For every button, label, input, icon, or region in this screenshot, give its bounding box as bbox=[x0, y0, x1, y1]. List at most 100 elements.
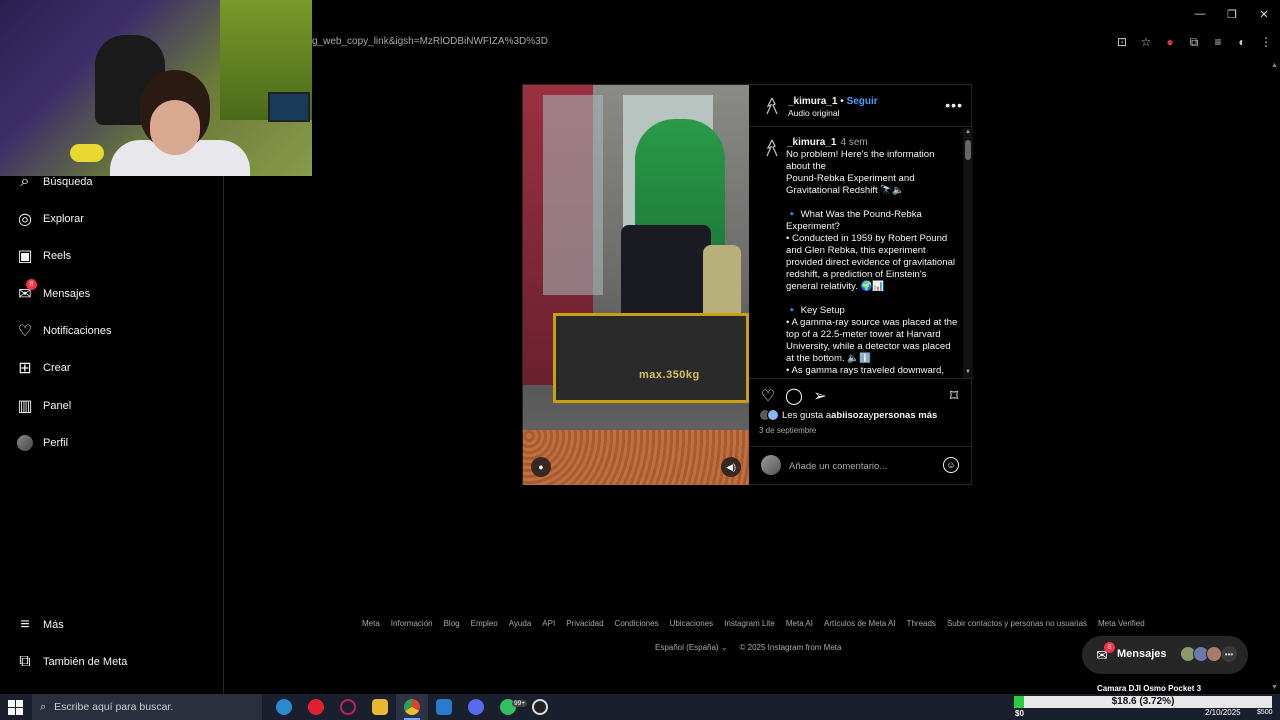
profile-icon[interactable]: ◐ bbox=[1234, 33, 1250, 51]
sidebar-item-crear[interactable]: ⊞ Crear bbox=[16, 356, 70, 380]
footer-link[interactable]: Subir contactos y personas no usuarias bbox=[947, 619, 1087, 628]
chrome-icon[interactable] bbox=[396, 694, 428, 720]
sound-icon[interactable]: ◀) bbox=[721, 457, 741, 477]
sidebar-item-label: Panel bbox=[43, 400, 72, 412]
scroll-up-icon[interactable]: ▲ bbox=[1271, 62, 1278, 69]
sidebar-item-mas[interactable]: ≡ Más bbox=[16, 613, 63, 637]
footer-link[interactable]: API bbox=[542, 619, 555, 628]
address-bar[interactable]: g_web_copy_link&igsh=MzRlODBiNWFIZA%3D%3… bbox=[300, 30, 1280, 56]
sidebar-item-explorar[interactable]: ◎ Explorar bbox=[16, 207, 84, 231]
language-select[interactable]: Español (España) ⌄ bbox=[655, 643, 728, 652]
comment-input[interactable] bbox=[789, 458, 929, 474]
follow-button[interactable]: Seguir bbox=[847, 96, 878, 107]
sidebar-item-panel[interactable]: ▥ Panel bbox=[16, 394, 71, 418]
footer-link[interactable]: Meta Verified bbox=[1098, 619, 1145, 628]
webcam-overlay bbox=[0, 0, 312, 176]
post-media[interactable]: max.350kg ● ◀) bbox=[523, 85, 749, 485]
author-avatar[interactable] bbox=[763, 96, 781, 116]
caption-avatar[interactable] bbox=[763, 138, 781, 158]
heart-icon: ♡ bbox=[17, 323, 33, 340]
footer-link[interactable]: Blog bbox=[444, 619, 460, 628]
footer-link[interactable]: Ubicaciones bbox=[670, 619, 714, 628]
sidebar-item-mensajes[interactable]: ✉ 8 Mensajes bbox=[16, 279, 91, 306]
file-explorer-icon[interactable] bbox=[364, 694, 396, 720]
footer-link[interactable]: Información bbox=[391, 619, 433, 628]
sidebar-item-label: Notificaciones bbox=[43, 325, 112, 337]
caption-scrollbar[interactable]: ▲ ▼ bbox=[963, 128, 973, 378]
record-extension-icon[interactable]: ● bbox=[1162, 33, 1178, 51]
taskbar-search[interactable]: ⌕ Escribe aquí para buscar. bbox=[32, 694, 262, 720]
messages-label: Mensajes bbox=[1117, 648, 1167, 660]
install-app-icon[interactable]: ⊡ bbox=[1114, 33, 1130, 51]
footer-link[interactable]: Ayuda bbox=[509, 619, 532, 628]
caption-scroll-up-icon[interactable]: ▲ bbox=[965, 129, 971, 135]
taskbar-date: 2/10/2025 bbox=[1205, 708, 1241, 717]
footer-link[interactable]: Meta AI bbox=[786, 619, 813, 628]
messages-pill[interactable]: ✉ 8 Mensajes ••• bbox=[1082, 636, 1248, 674]
store-icon[interactable] bbox=[428, 694, 460, 720]
compass-icon: ◎ bbox=[18, 211, 32, 228]
caption-username[interactable]: _kimura_1 bbox=[787, 137, 836, 148]
audio-label[interactable]: Audio original bbox=[788, 108, 840, 118]
edge-icon[interactable] bbox=[268, 694, 300, 720]
likes-line: Les gusta a abiisoza y personas más bbox=[759, 409, 937, 421]
sidebar-item-perfil[interactable]: Perfil bbox=[16, 431, 68, 455]
comment-composer: ☺ bbox=[749, 446, 973, 485]
footer-link[interactable]: Instagram Lite bbox=[724, 619, 775, 628]
post-date[interactable]: 3 de septiembre bbox=[759, 426, 816, 435]
dashboard-icon: ▥ bbox=[17, 398, 33, 415]
page-scrollbar[interactable] bbox=[1270, 60, 1280, 694]
sidebar-item-notificaciones[interactable]: ♡ Notificaciones bbox=[16, 319, 112, 343]
share-icon[interactable]: ➢ bbox=[811, 387, 829, 405]
more-options-icon[interactable]: ••• bbox=[945, 97, 963, 113]
meta-apps-icon: ⧉ bbox=[19, 653, 31, 670]
scroll-down-icon[interactable]: ▼ bbox=[1271, 684, 1278, 691]
footer-link[interactable]: Empleo bbox=[471, 619, 498, 628]
footer-link[interactable]: Meta bbox=[362, 619, 380, 628]
sidebar-item-label: Mensajes bbox=[43, 288, 91, 300]
donation-goal-bar: $18.6 (3.72%) bbox=[1014, 696, 1272, 708]
author-username[interactable]: _kimura_1 bbox=[788, 96, 837, 107]
bookmark-star-icon[interactable]: ☆ bbox=[1138, 33, 1154, 51]
sidebar-item-label: Búsqueda bbox=[43, 176, 93, 188]
tagged-user-icon[interactable]: ● bbox=[531, 457, 551, 477]
whatsapp-icon[interactable]: 99+ bbox=[492, 694, 528, 720]
webcam-monitor bbox=[268, 92, 310, 122]
comment-icon[interactable]: ◯ bbox=[785, 387, 803, 405]
avatar bbox=[1206, 646, 1222, 662]
likers-avatars bbox=[759, 409, 779, 421]
minimize-button[interactable]: — bbox=[1184, 0, 1216, 28]
caption-author: _kimura_1 4 sem bbox=[787, 137, 868, 148]
browser-menu-icon[interactable]: ⋮ bbox=[1258, 33, 1274, 51]
opera-icon[interactable] bbox=[300, 694, 332, 720]
sidebar-item-tambien-de-meta[interactable]: ⧉ También de Meta bbox=[16, 650, 127, 674]
obs-icon[interactable] bbox=[524, 694, 556, 720]
close-button[interactable]: ✕ bbox=[1248, 0, 1280, 28]
footer-link[interactable]: Privacidad bbox=[566, 619, 603, 628]
media-control-icon[interactable]: ≡ bbox=[1210, 33, 1226, 51]
opera-gx-icon[interactable] bbox=[332, 694, 364, 720]
footer-link[interactable]: Artículos de Meta AI bbox=[824, 619, 896, 628]
extensions-icon[interactable]: ⧉ bbox=[1186, 33, 1202, 51]
caption-scroll-down-icon[interactable]: ▼ bbox=[965, 369, 971, 375]
restore-button[interactable]: ❐ bbox=[1216, 0, 1248, 28]
liker-username[interactable]: abiisoza bbox=[831, 410, 869, 421]
more-icon: ••• bbox=[1221, 646, 1237, 662]
copyright: © 2025 Instagram from Meta bbox=[739, 643, 842, 652]
sidebar-item-label: Perfil bbox=[43, 437, 69, 449]
url-text[interactable]: g_web_copy_link&igsh=MzRlODBiNWFIZA%3D%3… bbox=[312, 36, 548, 47]
taskbar-search-text: Escribe aquí para buscar. bbox=[54, 701, 174, 713]
sidebar-item-label: Reels bbox=[43, 250, 72, 262]
like-heart-icon[interactable]: ♡ bbox=[759, 387, 777, 405]
avatar-icon bbox=[16, 434, 34, 452]
discord-icon[interactable] bbox=[460, 694, 492, 720]
footer-link[interactable]: Condiciones bbox=[615, 619, 659, 628]
likes-others[interactable]: personas más bbox=[873, 410, 937, 421]
emoji-icon[interactable]: ☺ bbox=[943, 457, 959, 473]
caption-scroll-thumb[interactable] bbox=[965, 140, 971, 160]
messages-badge: 8 bbox=[1104, 642, 1115, 653]
windows-start-icon[interactable] bbox=[8, 700, 24, 716]
save-bookmark-icon[interactable]: ⌑ bbox=[945, 387, 963, 405]
footer-link[interactable]: Threads bbox=[907, 619, 936, 628]
sidebar-item-reels[interactable]: ▣ Reels bbox=[16, 244, 71, 268]
